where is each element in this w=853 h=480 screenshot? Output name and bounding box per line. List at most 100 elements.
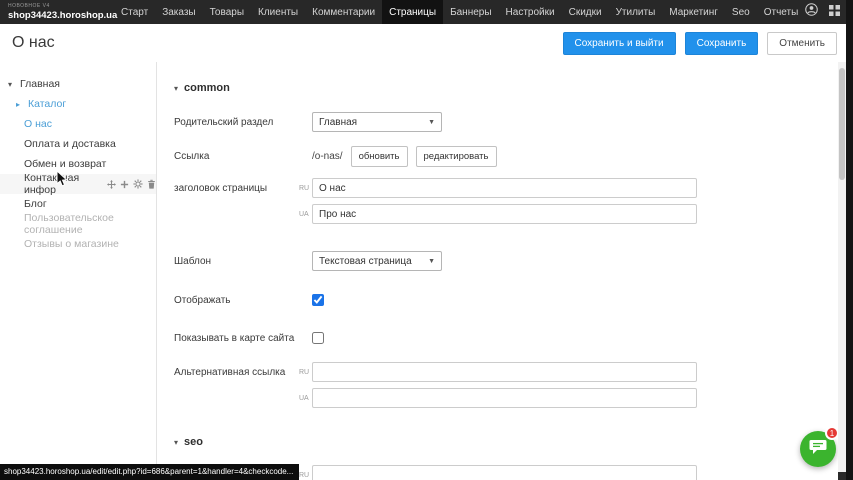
menu-item-banners[interactable]: Баннеры — [443, 0, 498, 24]
field-label: Ссылка — [174, 146, 296, 167]
cancel-button[interactable]: Отменить — [767, 32, 837, 55]
field-template: Шаблон Текстовая страница ▼ — [174, 251, 853, 271]
page-title-ua-input[interactable] — [312, 204, 697, 224]
field-page-title: заголовок страницы RU UA — [174, 178, 853, 230]
header-buttons: Сохранить и выйти Сохранить Отменить — [563, 32, 838, 55]
sidebar-item-blog[interactable]: Блог — [0, 194, 156, 214]
page-title: О нас — [12, 34, 55, 52]
field-sitemap: Показывать в карте сайта — [174, 328, 853, 349]
field-alt-link: Альтернативная ссылка RU UA — [174, 362, 853, 414]
field-label: Родительский раздел — [174, 112, 296, 132]
lang-ua-label: UA — [299, 395, 309, 402]
save-button[interactable]: Сохранить — [685, 32, 759, 55]
sidebar-item-label: О нас — [24, 118, 52, 130]
shop-domain-label: shop34423.horoshop.ua — [8, 11, 114, 21]
chat-widget-button[interactable]: 1 — [800, 431, 836, 467]
field-label: Показывать в карте сайта — [174, 328, 296, 349]
scrollbar-corner — [838, 472, 846, 480]
menu-item-comments[interactable]: Комментарии — [305, 0, 382, 24]
template-select[interactable]: Текстовая страница ▼ — [312, 251, 442, 271]
sidebar-item-label: Контактная инфор — [24, 172, 101, 196]
menu-item-seo[interactable]: Seo — [725, 0, 757, 24]
sidebar-item-label: Обмен и возврат — [24, 158, 106, 170]
brand-block: НОВОВНОЕ V4 shop34423.horoshop.ua — [0, 0, 114, 24]
link-path-value: /o-nas/ — [312, 151, 343, 162]
page-edit-form: ▾ common Родительский раздел Главная ▼ С… — [157, 62, 853, 480]
sidebar-item-payment-delivery[interactable]: Оплата и доставка — [0, 134, 156, 154]
scrollbar-thumb[interactable] — [839, 68, 845, 180]
sidebar-item-label: Каталог — [28, 98, 66, 110]
sidebar-item-label: Пользовательское соглашение — [24, 212, 156, 236]
field-label: Отображать — [174, 290, 296, 311]
sidebar-item-store-reviews[interactable]: Отзывы о магазине — [0, 234, 156, 254]
page-header: О нас Сохранить и выйти Сохранить Отмени… — [0, 24, 853, 62]
sidebar-item-catalog[interactable]: ▸ Каталог — [0, 94, 156, 114]
lang-ru-label: RU — [299, 472, 309, 479]
parent-section-select[interactable]: Главная ▼ — [312, 112, 442, 132]
sidebar-item-about-us[interactable]: О нас — [0, 114, 156, 134]
menu-item-orders[interactable]: Заказы — [155, 0, 202, 24]
brand-version-label: НОВОВНОЕ V4 — [8, 4, 114, 9]
sidebar-item-label: Блог — [24, 198, 47, 210]
page-scrollbar[interactable] — [838, 62, 846, 480]
menu-item-marketing[interactable]: Маркетинг — [662, 0, 725, 24]
trash-icon[interactable] — [147, 179, 156, 189]
sidebar-item-user-agreement[interactable]: Пользовательское соглашение — [0, 214, 156, 234]
menu-item-reports[interactable]: Отчеты — [757, 0, 806, 24]
field-label: Шаблон — [174, 251, 296, 271]
app-window: НОВОВНОЕ V4 shop34423.horoshop.ua Старт … — [0, 0, 853, 480]
sidebar-item-contact-info[interactable]: Контактная инфор — [0, 174, 156, 194]
field-display: Отображать — [174, 290, 853, 311]
menu-item-start[interactable]: Старт — [114, 0, 155, 24]
user-account-icon[interactable] — [805, 3, 818, 21]
gear-icon[interactable] — [133, 179, 143, 189]
section-collapse-icon: ▾ — [174, 438, 178, 447]
lang-ua-label: UA — [299, 211, 309, 218]
add-page-icon[interactable] — [120, 180, 129, 189]
page-title-ru-input[interactable] — [312, 178, 697, 198]
save-and-exit-button[interactable]: Сохранить и выйти — [563, 32, 676, 55]
menu-item-settings[interactable]: Настройки — [499, 0, 562, 24]
chat-unread-badge: 1 — [825, 426, 839, 440]
pages-tree-sidebar: ▾ Главная ▸ Каталог О нас Оплата и доста… — [0, 62, 157, 480]
field-parent-section: Родительский раздел Главная ▼ — [174, 112, 853, 132]
letterbox-strip — [846, 0, 853, 480]
sidebar-item-exchange-return[interactable]: Обмен и возврат — [0, 154, 156, 174]
sidebar-item-label: Главная — [20, 78, 60, 90]
alt-link-ru-input[interactable] — [312, 362, 697, 382]
sidebar-item-label: Оплата и доставка — [24, 138, 116, 150]
chat-icon — [809, 439, 827, 460]
link-edit-button[interactable]: редактировать — [416, 146, 497, 167]
select-value: Текстовая страница — [319, 256, 412, 267]
chevron-down-icon: ▼ — [428, 258, 435, 265]
expand-caret-icon[interactable]: ▸ — [16, 100, 24, 109]
lang-ru-label: RU — [299, 369, 309, 376]
menu-item-clients[interactable]: Клиенты — [251, 0, 305, 24]
field-label: Альтернативная ссылка — [174, 362, 296, 414]
display-checkbox[interactable] — [312, 294, 324, 306]
sidebar-item-label: Отзывы о магазине — [24, 238, 119, 250]
sitemap-checkbox[interactable] — [312, 332, 324, 344]
section-title: common — [184, 82, 230, 94]
html-title-ru-input[interactable] — [312, 465, 697, 480]
status-url-tooltip: shop34423.horoshop.ua/edit/edit.php?id=6… — [0, 464, 299, 480]
apps-grid-icon[interactable] — [829, 3, 840, 21]
menu-item-pages[interactable]: Страницы — [382, 0, 443, 24]
top-navigation-bar: НОВОВНОЕ V4 shop34423.horoshop.ua Старт … — [0, 0, 853, 24]
move-icon[interactable] — [107, 180, 116, 189]
sidebar-item-home[interactable]: ▾ Главная — [0, 74, 156, 94]
section-seo-header[interactable]: ▾ seo — [174, 436, 853, 448]
menu-item-discounts[interactable]: Скидки — [562, 0, 609, 24]
field-link: Ссылка /o-nas/ обновить редактировать — [174, 146, 853, 167]
section-title: seo — [184, 436, 203, 448]
link-refresh-button[interactable]: обновить — [351, 146, 408, 167]
menu-item-utilities[interactable]: Утилиты — [609, 0, 663, 24]
collapse-caret-icon[interactable]: ▾ — [8, 80, 16, 89]
main-menu: Старт Заказы Товары Клиенты Комментарии … — [114, 0, 805, 24]
menu-item-products[interactable]: Товары — [203, 0, 251, 24]
alt-link-ua-input[interactable] — [312, 388, 697, 408]
content-area: ▾ Главная ▸ Каталог О нас Оплата и доста… — [0, 62, 853, 480]
lang-ru-label: RU — [299, 185, 309, 192]
select-value: Главная — [319, 117, 357, 128]
section-common-header[interactable]: ▾ common — [174, 82, 853, 94]
